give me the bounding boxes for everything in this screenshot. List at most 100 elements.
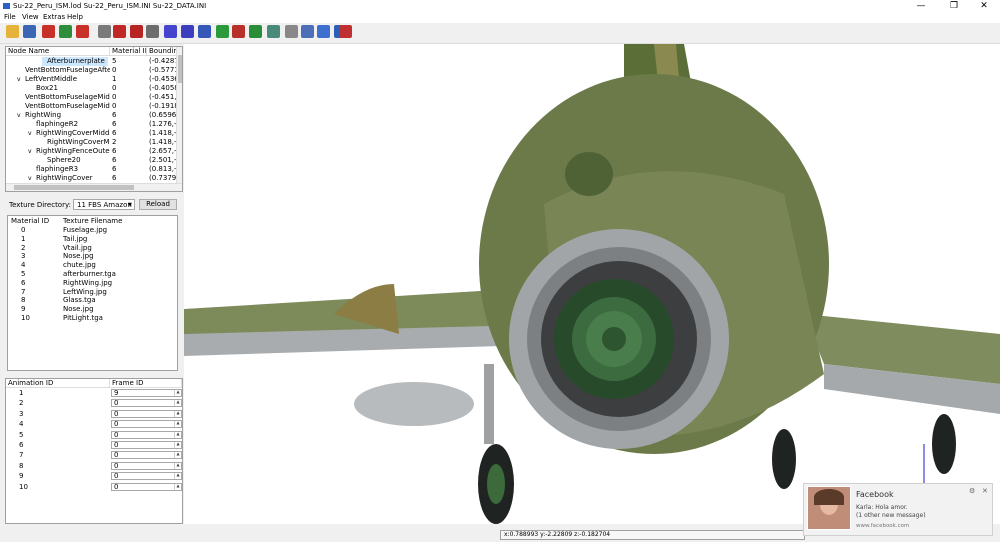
animation-row: 2 0 ▲ [6,399,182,408]
texture-row[interactable]: 5 afterburner.tga [8,270,177,279]
reload-red-icon[interactable] [42,25,55,38]
spinner-arrows-icon[interactable]: ▲ [174,452,181,459]
texture-row[interactable]: 3 Nose.jpg [8,252,177,261]
spinner-arrows-icon[interactable]: ▲ [174,410,181,417]
maximize-button[interactable]: ❐ [940,0,968,12]
texture-row[interactable]: 4 chute.jpg [8,261,177,270]
save-icon[interactable] [23,25,36,38]
texture-material-id: 2 [21,243,26,252]
notification-toast[interactable]: Facebook Karla: Hola amor. (1 other new … [803,483,993,536]
tree-row[interactable]: Afterburnerplate 5 (-0.4287,- [6,57,177,66]
cube-blue-icon[interactable] [198,25,211,38]
tree-row[interactable]: VentBottomFuselageMiddle0 (-0.1918,0 [6,102,177,111]
texture-row[interactable]: 10 PitLight.tga [8,314,177,323]
col-animation-id[interactable]: Animation ID [6,379,110,388]
col-bounding[interactable]: Bounding [147,47,177,56]
chevron-down-icon[interactable]: v [28,129,32,138]
texture-row[interactable]: 0 Fuselage.jpg [8,226,177,235]
reload-green-icon[interactable] [59,25,72,38]
menu-help[interactable]: Help [67,13,83,22]
spinner-arrows-icon[interactable]: ▲ [174,431,181,438]
spinner-arrows-icon[interactable]: ▲ [174,400,181,407]
texture-dir-select[interactable]: 11 FBS Amazon ▼ [73,199,135,210]
spinner-arrows-icon[interactable]: ▲ [174,390,181,396]
spinner-arrows-icon[interactable]: ▲ [174,483,181,490]
animation-grid[interactable]: Animation ID Frame ID 1 9 ▲ 2 0 ▲ 3 0 ▲ 4 0 ▲ 5 0 ▲ 6 0 ▲… [5,378,183,524]
cube-gray-icon[interactable] [98,25,111,38]
frame-id-spinner[interactable]: 0 ▲ [111,420,182,429]
spinner-arrows-icon[interactable]: ▲ [174,473,181,480]
frame-id-spinner[interactable]: 0 ▲ [111,409,182,418]
cube-gray-2-icon[interactable] [146,25,159,38]
frame-id-spinner[interactable]: 0 ▲ [111,451,182,460]
texture-row[interactable]: 2 Vtail.jpg [8,244,177,253]
cube-red-icon[interactable] [113,25,126,38]
3d-viewport[interactable] [184,44,1000,524]
axes-icon[interactable] [317,25,330,38]
tree-row[interactable]: v RightWing 6 (0.6596,-3 [6,111,177,120]
tree-hscroll-thumb[interactable] [14,185,134,190]
col-node-name[interactable]: Node Name [6,47,110,56]
cube-red-2-icon[interactable] [130,25,143,38]
tree-row[interactable]: Box21 0 (-0.4058,- [6,84,177,93]
node-name: VentBottomFuselageMiddle [25,102,110,110]
cube-outline-gray-icon[interactable] [285,25,298,38]
tree-row[interactable]: VentBottomFuselageMiddl...0 (-0.451,4... [6,93,177,102]
spinner-arrows-icon[interactable]: ▲ [174,442,181,448]
menu-view[interactable]: View [22,13,39,22]
texture-row[interactable]: 1 Tail.jpg [8,235,177,244]
tree-row[interactable]: RightWingCoverMi...2 (1.418,-0. [6,138,177,147]
tools-icon[interactable] [339,25,352,38]
col-frame-id[interactable]: Frame ID [110,379,182,388]
chevron-down-icon[interactable]: v [28,147,32,156]
chevron-down-icon[interactable]: v [17,75,21,84]
close-icon[interactable]: ✕ [982,487,988,495]
sphere-red-icon[interactable] [232,25,245,38]
tree-vscroll-thumb[interactable] [178,55,182,83]
frame-id-spinner[interactable]: 0 ▲ [111,482,182,491]
minimize-button[interactable]: — [907,0,935,12]
reload-button[interactable]: Reload [139,199,177,210]
chevron-down-icon[interactable]: v [17,111,21,120]
tree-row[interactable]: flaphingeR2 6 (1.276,-1. [6,120,177,129]
sphere-green-icon[interactable] [216,25,229,38]
texture-row[interactable]: 7 LeftWing.jpg [8,288,177,297]
frame-id-spinner[interactable]: 9 ▲ [111,389,182,397]
tree-row[interactable]: flaphingeR3 6 (0.813,-1. [6,165,177,174]
menu-extras[interactable]: Extras [43,13,65,22]
texture-row[interactable]: 8 Glass.tga [8,296,177,305]
tree-row[interactable]: v RightWingCoverMiddle6 (1.418,-0. [6,129,177,138]
sphere-green-2-icon[interactable] [249,25,262,38]
menu-file[interactable]: File [4,13,16,22]
wireframe-blue-icon[interactable] [164,25,177,38]
tree-vscrollbar[interactable] [176,47,182,183]
col-material-id[interactable]: Material ID [110,47,147,56]
node-tree[interactable]: Node Name Material ID Bounding Afterburn… [5,46,183,192]
reload-red-2-icon[interactable] [76,25,89,38]
spinner-arrows-icon[interactable]: ▲ [174,462,181,469]
gear-icon[interactable]: ⚙ [969,487,975,495]
tree-row[interactable]: VentBottomFuselageAfter0 (-0.5771,- [6,66,177,75]
spinner-arrows-icon[interactable]: ▲ [174,421,181,428]
col-texture-filename[interactable]: Texture Filename [63,217,122,225]
texture-list[interactable]: Material ID Texture Filename 0 Fuselage.j… [7,215,178,371]
frame-id-spinner[interactable]: 0 ▲ [111,430,182,439]
frame-id-spinner[interactable]: 0 ▲ [111,461,182,470]
tree-row[interactable]: v LeftVentMiddle 1 (-0.4536,- [6,75,177,84]
texture-row[interactable]: 9 Nose.jpg [8,305,177,314]
box-teal-icon[interactable] [267,25,280,38]
wireframe-blue-2-icon[interactable] [181,25,194,38]
tree-hscrollbar[interactable] [6,183,182,191]
frame-id-spinner[interactable]: 0 ▲ [111,441,182,449]
cube-outline-blue-icon[interactable] [301,25,314,38]
open-folder-icon[interactable] [6,25,19,38]
col-tex-material-id[interactable]: Material ID [11,217,49,225]
close-button[interactable]: ✕ [970,0,998,12]
tree-row[interactable]: v RightWingCover 6 (0.7379,-0 [6,174,177,183]
tree-row[interactable]: v RightWingFenceOuter6 (2.657,-3. [6,147,177,156]
tree-row[interactable]: Sphere20 6 (2.501,-0. [6,156,177,165]
frame-id-spinner[interactable]: 0 ▲ [111,399,182,408]
chevron-down-icon[interactable]: v [28,174,32,183]
texture-row[interactable]: 6 RightWing.jpg [8,279,177,288]
frame-id-spinner[interactable]: 0 ▲ [111,472,182,481]
